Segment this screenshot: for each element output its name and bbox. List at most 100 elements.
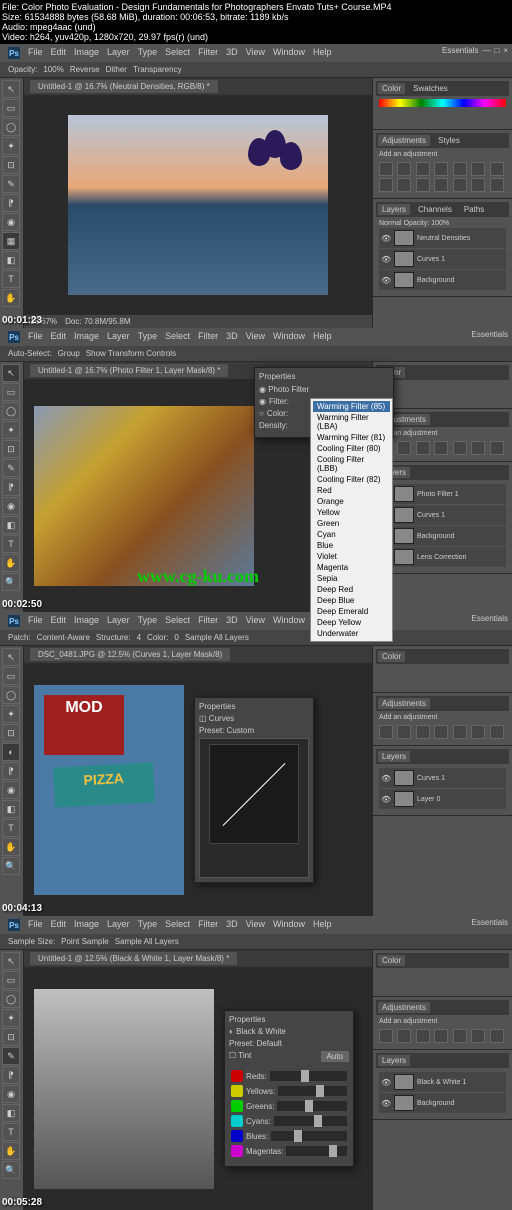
invert-icon[interactable]	[434, 178, 448, 192]
menu-type[interactable]: Type	[138, 615, 158, 627]
channel-mixer-icon[interactable]	[397, 178, 411, 192]
menu-filter[interactable]: Filter	[198, 47, 218, 59]
hue-icon[interactable]	[471, 162, 485, 176]
adj-icon[interactable]	[490, 725, 504, 739]
marquee-tool[interactable]: ▭	[2, 99, 20, 117]
workspace-selector[interactable]: Essentials	[442, 46, 478, 55]
transform-checkbox[interactable]: Show Transform Controls	[86, 349, 176, 358]
menu-help[interactable]: Help	[313, 47, 332, 59]
layer-name[interactable]: Background	[417, 277, 454, 284]
hand-tool[interactable]: ✋	[2, 289, 20, 307]
filter-option[interactable]: Deep Blue	[313, 595, 390, 606]
filter-option[interactable]: Violet	[313, 551, 390, 562]
tint-checkbox[interactable]: ☐	[229, 1051, 236, 1060]
filter-option[interactable]: Warming Filter (85)	[313, 401, 390, 412]
menu-help[interactable]: Help	[313, 919, 332, 931]
move-tool[interactable]: ↖	[2, 364, 20, 382]
levels-icon[interactable]	[397, 162, 411, 176]
layer-row[interactable]: 👁Background	[379, 270, 506, 290]
posterize-icon[interactable]	[453, 178, 467, 192]
zoom-tool[interactable]: 🔍	[2, 1161, 20, 1179]
menu-window[interactable]: Window	[273, 331, 305, 343]
adjustments-panel-tab[interactable]: Adjustments	[378, 1002, 430, 1013]
layer-row[interactable]: 👁Layer 0	[379, 789, 506, 809]
lasso-tool[interactable]: ◯	[2, 686, 20, 704]
color-lookup-icon[interactable]	[416, 178, 430, 192]
move-tool[interactable]: ↖	[2, 952, 20, 970]
workspace-selector[interactable]: Essentials	[472, 614, 508, 623]
curves-graph[interactable]	[209, 744, 299, 844]
color-radio[interactable]: ○	[259, 409, 264, 418]
menu-layer[interactable]: Layer	[107, 331, 130, 343]
photo-filter-icon[interactable]	[379, 178, 393, 192]
layer-name[interactable]: Curves 1	[417, 512, 445, 519]
menu-3d[interactable]: 3D	[226, 615, 238, 627]
gradient-tool[interactable]: ▦	[2, 232, 20, 250]
transparency-checkbox[interactable]: Transparency	[133, 65, 182, 74]
swatches-panel-tab[interactable]: Swatches	[409, 83, 452, 94]
visibility-icon[interactable]: 👁	[381, 1078, 391, 1087]
brush-tool[interactable]: ⁋	[2, 194, 20, 212]
crop-tool[interactable]: ⊡	[2, 724, 20, 742]
layer-row[interactable]: 👁Neutral Densities	[379, 228, 506, 248]
blend-mode[interactable]: Normal	[379, 220, 402, 227]
filter-option[interactable]: Deep Red	[313, 584, 390, 595]
menu-type[interactable]: Type	[138, 919, 158, 931]
menu-select[interactable]: Select	[165, 615, 190, 627]
visibility-icon[interactable]: 👁	[381, 1099, 391, 1108]
adj-icon[interactable]	[434, 441, 448, 455]
layers-panel-tab[interactable]: Layers	[378, 204, 410, 215]
layers-panel-tab[interactable]: Layers	[378, 751, 410, 762]
menu-edit[interactable]: Edit	[51, 615, 67, 627]
eyedropper-tool[interactable]: ✎	[2, 175, 20, 193]
wand-tool[interactable]: ✦	[2, 1009, 20, 1027]
adj-icon[interactable]	[397, 441, 411, 455]
wand-tool[interactable]: ✦	[2, 705, 20, 723]
adj-icon[interactable]	[434, 1029, 448, 1043]
menu-file[interactable]: File	[28, 919, 43, 931]
workspace-selector[interactable]: Essentials	[472, 918, 508, 927]
move-tool[interactable]: ↖	[2, 648, 20, 666]
layer-opacity-value[interactable]: 100%	[431, 220, 449, 227]
menu-image[interactable]: Image	[74, 331, 99, 343]
greens-slider[interactable]	[277, 1101, 347, 1111]
eraser-tool[interactable]: ◧	[2, 800, 20, 818]
visibility-icon[interactable]: 👁	[381, 234, 391, 243]
wand-tool[interactable]: ✦	[2, 137, 20, 155]
layer-name[interactable]: Lens Correction	[417, 554, 466, 561]
menu-file[interactable]: File	[28, 615, 43, 627]
eyedropper-tool[interactable]: ✎	[2, 459, 20, 477]
menu-view[interactable]: View	[246, 47, 265, 59]
dither-checkbox[interactable]: Dither	[106, 65, 127, 74]
layer-row[interactable]: 👁Curves 1	[379, 249, 506, 269]
menu-layer[interactable]: Layer	[107, 919, 130, 931]
menu-edit[interactable]: Edit	[51, 331, 67, 343]
curves-editor[interactable]	[199, 738, 309, 878]
gradient-map-icon[interactable]	[490, 178, 504, 192]
layer-row[interactable]: 👁Lens Correction	[379, 547, 506, 567]
visibility-icon[interactable]: 👁	[381, 255, 391, 264]
styles-panel-tab[interactable]: Styles	[434, 135, 464, 146]
move-tool[interactable]: ↖	[2, 80, 20, 98]
menu-3d[interactable]: 3D	[226, 919, 238, 931]
layer-name[interactable]: Photo Filter 1	[417, 491, 459, 498]
layer-name[interactable]: Layer 0	[417, 796, 440, 803]
workspace-selector[interactable]: Essentials	[472, 330, 508, 339]
menu-select[interactable]: Select	[165, 47, 190, 59]
lasso-tool[interactable]: ◯	[2, 402, 20, 420]
vibrance-icon[interactable]	[453, 162, 467, 176]
sample-all-checkbox[interactable]: Sample All Layers	[185, 633, 249, 642]
adj-icon[interactable]	[379, 1029, 393, 1043]
reds-slider[interactable]	[270, 1071, 347, 1081]
filter-option[interactable]: Warming Filter (LBA)	[313, 412, 390, 432]
yellows-slider[interactable]	[278, 1086, 347, 1096]
menu-3d[interactable]: 3D	[226, 331, 238, 343]
preset-select[interactable]: Custom	[227, 726, 255, 735]
eraser-tool[interactable]: ◧	[2, 1104, 20, 1122]
menu-layer[interactable]: Layer	[107, 47, 130, 59]
menu-select[interactable]: Select	[165, 919, 190, 931]
marquee-tool[interactable]: ▭	[2, 667, 20, 685]
menu-filter[interactable]: Filter	[198, 919, 218, 931]
document-tab[interactable]: Untitled-1 @ 16.7% (Photo Filter 1, Laye…	[30, 364, 228, 377]
brush-tool[interactable]: ⁋	[2, 1066, 20, 1084]
